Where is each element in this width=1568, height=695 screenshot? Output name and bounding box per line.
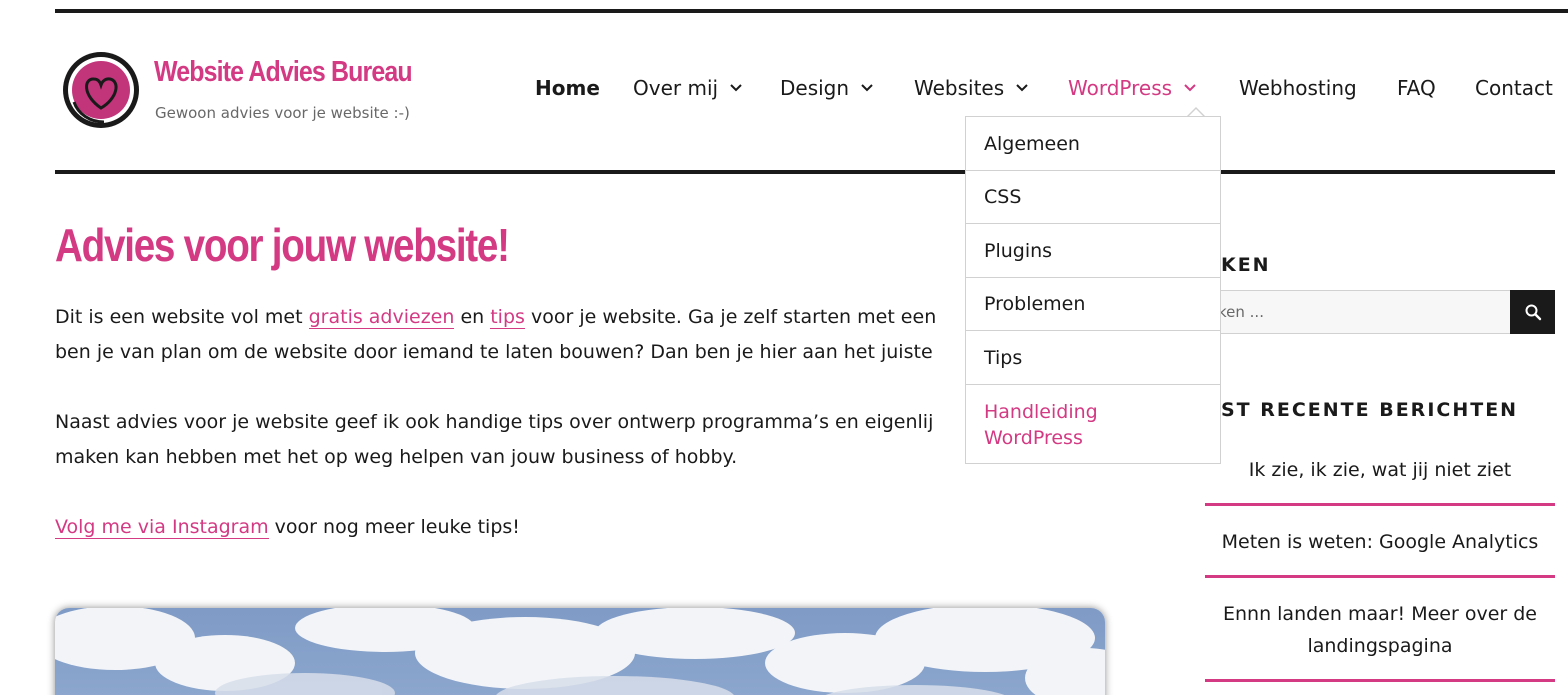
- recent-post-divider: [1205, 679, 1555, 682]
- site-logo[interactable]: [60, 48, 142, 132]
- intro-paragraph-line-1: Dit is een website vol met gratis adviez…: [55, 300, 936, 335]
- search-input[interactable]: ken ...: [1205, 290, 1511, 334]
- chevron-down-icon: [861, 84, 873, 92]
- nav-over-mij[interactable]: Over mij: [633, 76, 744, 100]
- page: Website Advies Bureau Gewoon advies voor…: [0, 0, 1568, 695]
- text: Dit is een website vol met: [55, 306, 309, 328]
- second-paragraph-line-1: Naast advies voor je website geef ik ook…: [55, 411, 934, 433]
- submenu-item-label-line-2: WordPress: [984, 427, 1083, 449]
- submenu-item-algemeen[interactable]: Algemeen: [966, 117, 1220, 171]
- nav-label: Websites: [914, 76, 1005, 100]
- link-tips[interactable]: tips: [490, 306, 525, 329]
- submenu-item-plugins[interactable]: Plugins: [966, 224, 1220, 278]
- nav-label: Over mij: [633, 76, 719, 100]
- second-paragraph-line-2: maken kan hebben met het op weg helpen v…: [55, 446, 738, 468]
- recent-post-2[interactable]: Meten is weten: Google Analytics: [1205, 526, 1555, 558]
- recent-posts-title: EST RECENTE BERICHTEN: [1206, 399, 1519, 421]
- nav-design[interactable]: Design: [780, 76, 875, 100]
- nav-webhosting[interactable]: Webhosting: [1239, 76, 1357, 100]
- submenu-item-css[interactable]: CSS: [966, 171, 1220, 224]
- link-gratis-adviezen[interactable]: gratis adviezen: [308, 306, 455, 329]
- header-bottom-rule: [55, 170, 1555, 174]
- instagram-paragraph: Volg me via Instagram voor nog meer leuk…: [55, 510, 520, 545]
- submenu-item-problemen[interactable]: Problemen: [966, 278, 1220, 331]
- link-instagram[interactable]: Volg me via Instagram: [55, 516, 269, 539]
- search-button[interactable]: [1510, 290, 1555, 334]
- nav-label: WordPress: [1068, 76, 1173, 100]
- hero-image: [55, 608, 1105, 695]
- recent-post-3[interactable]: Ennn landen maar! Meer over de landingsp…: [1205, 598, 1555, 662]
- submenu-item-handleiding-wordpress[interactable]: Handleiding WordPress: [966, 385, 1220, 463]
- text: en: [454, 306, 491, 328]
- intro-paragraph-line-2: ben je van plan om de website door ieman…: [55, 341, 933, 363]
- nav-contact[interactable]: Contact: [1475, 76, 1553, 100]
- chevron-down-icon: [1184, 84, 1196, 92]
- nav-label: Design: [780, 76, 850, 100]
- recent-post-divider: [1205, 575, 1555, 578]
- site-description: Gewoon advies voor je website :-): [155, 104, 410, 122]
- chevron-down-icon: [730, 84, 742, 92]
- cloud-image: [55, 608, 1105, 695]
- chevron-down-icon: [1016, 84, 1028, 92]
- recent-post-1[interactable]: Ik zie, ik zie, wat jij niet ziet: [1205, 454, 1555, 486]
- nav-websites[interactable]: Websites: [914, 76, 1030, 100]
- text: voor nog meer leuke tips!: [268, 516, 520, 538]
- page-title: Advies voor jouw website!: [55, 219, 510, 271]
- site-title[interactable]: Website Advies Bureau: [154, 56, 413, 89]
- recent-post-3-line-1: Ennn landen maar! Meer over de: [1222, 603, 1537, 625]
- nav-faq[interactable]: FAQ: [1397, 76, 1436, 100]
- submenu-item-tips[interactable]: Tips: [966, 331, 1220, 385]
- nav-wordpress[interactable]: WordPress: [1068, 76, 1198, 100]
- header-top-rule: [55, 9, 1568, 13]
- wordpress-submenu: Algemeen CSS Plugins Problemen Tips Hand…: [965, 116, 1221, 464]
- recent-post-3-line-2: landingspagina: [1307, 635, 1453, 657]
- search-icon: [1525, 304, 1541, 321]
- heart-swirl-logo-icon: [63, 52, 139, 128]
- recent-post-divider: [1205, 503, 1555, 506]
- text: voor je website. Ga je zelf starten met …: [524, 306, 937, 328]
- submenu-item-label-line-1: Handleiding: [984, 401, 1098, 423]
- nav-home[interactable]: Home: [535, 76, 600, 100]
